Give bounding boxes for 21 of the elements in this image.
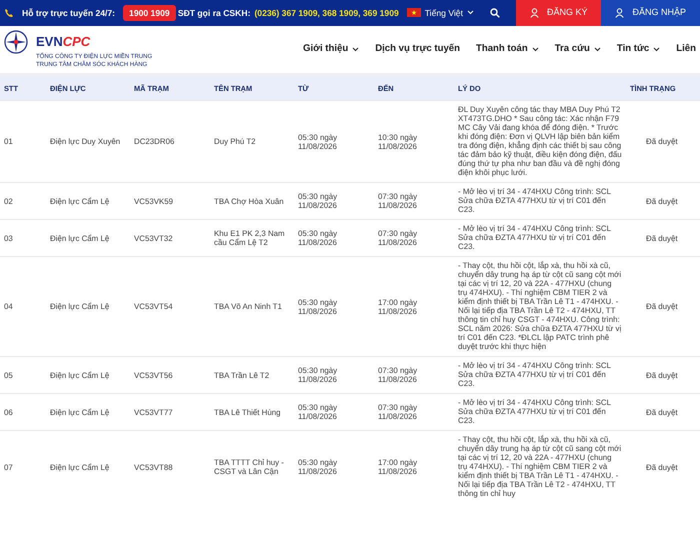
caret-icon	[466, 10, 474, 16]
user-icon	[615, 8, 624, 18]
nav-menu-item[interactable]: Dịch vụ trực tuyến	[375, 42, 460, 57]
phone-icon	[4, 8, 14, 18]
cskh-label: SĐT gọi ra CSKH:	[178, 6, 250, 20]
language-selector[interactable]: Tiếng Việt	[424, 6, 474, 20]
cskh-numbers: (0236) 367 1909, 368 1909, 369 1909	[254, 6, 399, 20]
hotline-number[interactable]: 1900 1909	[123, 4, 176, 22]
nav-menu-item[interactable]: Tin tức	[616, 42, 660, 57]
logo-wordmark: EVNCPC	[36, 35, 90, 48]
nav-menu-item[interactable]: Thanh toán	[476, 42, 539, 57]
nav-menu-item[interactable]: Liên	[676, 42, 696, 57]
logo-icon	[4, 30, 28, 54]
nav-menu-item[interactable]: Giới thiệu	[303, 42, 360, 57]
user-icon	[530, 8, 539, 18]
nav-menu-item[interactable]: Tra cứu	[554, 42, 601, 57]
search-icon[interactable]	[490, 8, 500, 18]
flag-icon	[406, 8, 421, 18]
register-button[interactable]: ĐĂNG KÝ	[516, 0, 602, 26]
support-label: Hỗ trợ trực tuyến 24/7:	[22, 6, 116, 20]
login-button[interactable]: ĐĂNG NHẬP	[601, 0, 700, 26]
